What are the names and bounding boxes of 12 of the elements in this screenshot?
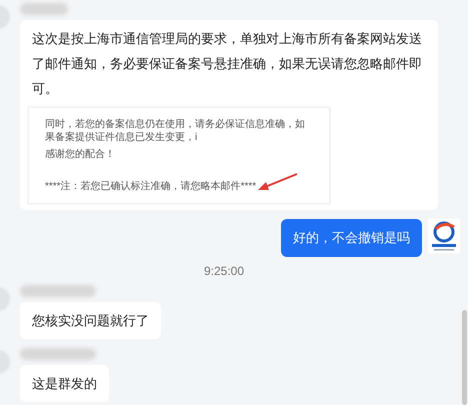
message-text: 您核实没问题就行了 xyxy=(31,312,150,330)
message-bubble: 好的，不会撤销是吗 xyxy=(281,219,422,257)
message-text: 这次是按上海市通信管理局的要求，单独对上海市所有备案网站发送了邮件通知，务必要保证备案号悬挂准确，如果无误请您忽略邮件即可。 xyxy=(31,30,423,98)
logo-icon xyxy=(428,219,460,253)
blurred-name xyxy=(20,3,68,15)
message-text: 这是群发的 xyxy=(31,375,98,393)
scrollbar[interactable] xyxy=(462,310,467,405)
email-line: 同时，若您的备案信息仍在使用，请务必保证信息准确，如果备案提供证件信息已发生变更，i xyxy=(45,118,306,144)
arrow-icon xyxy=(258,173,298,191)
email-line: ****注：若您已确认标注准确，请您略本邮件**** xyxy=(45,180,256,193)
email-line: 感谢您的配合！ xyxy=(45,148,115,161)
timestamp: 9:25:00 xyxy=(204,263,244,280)
